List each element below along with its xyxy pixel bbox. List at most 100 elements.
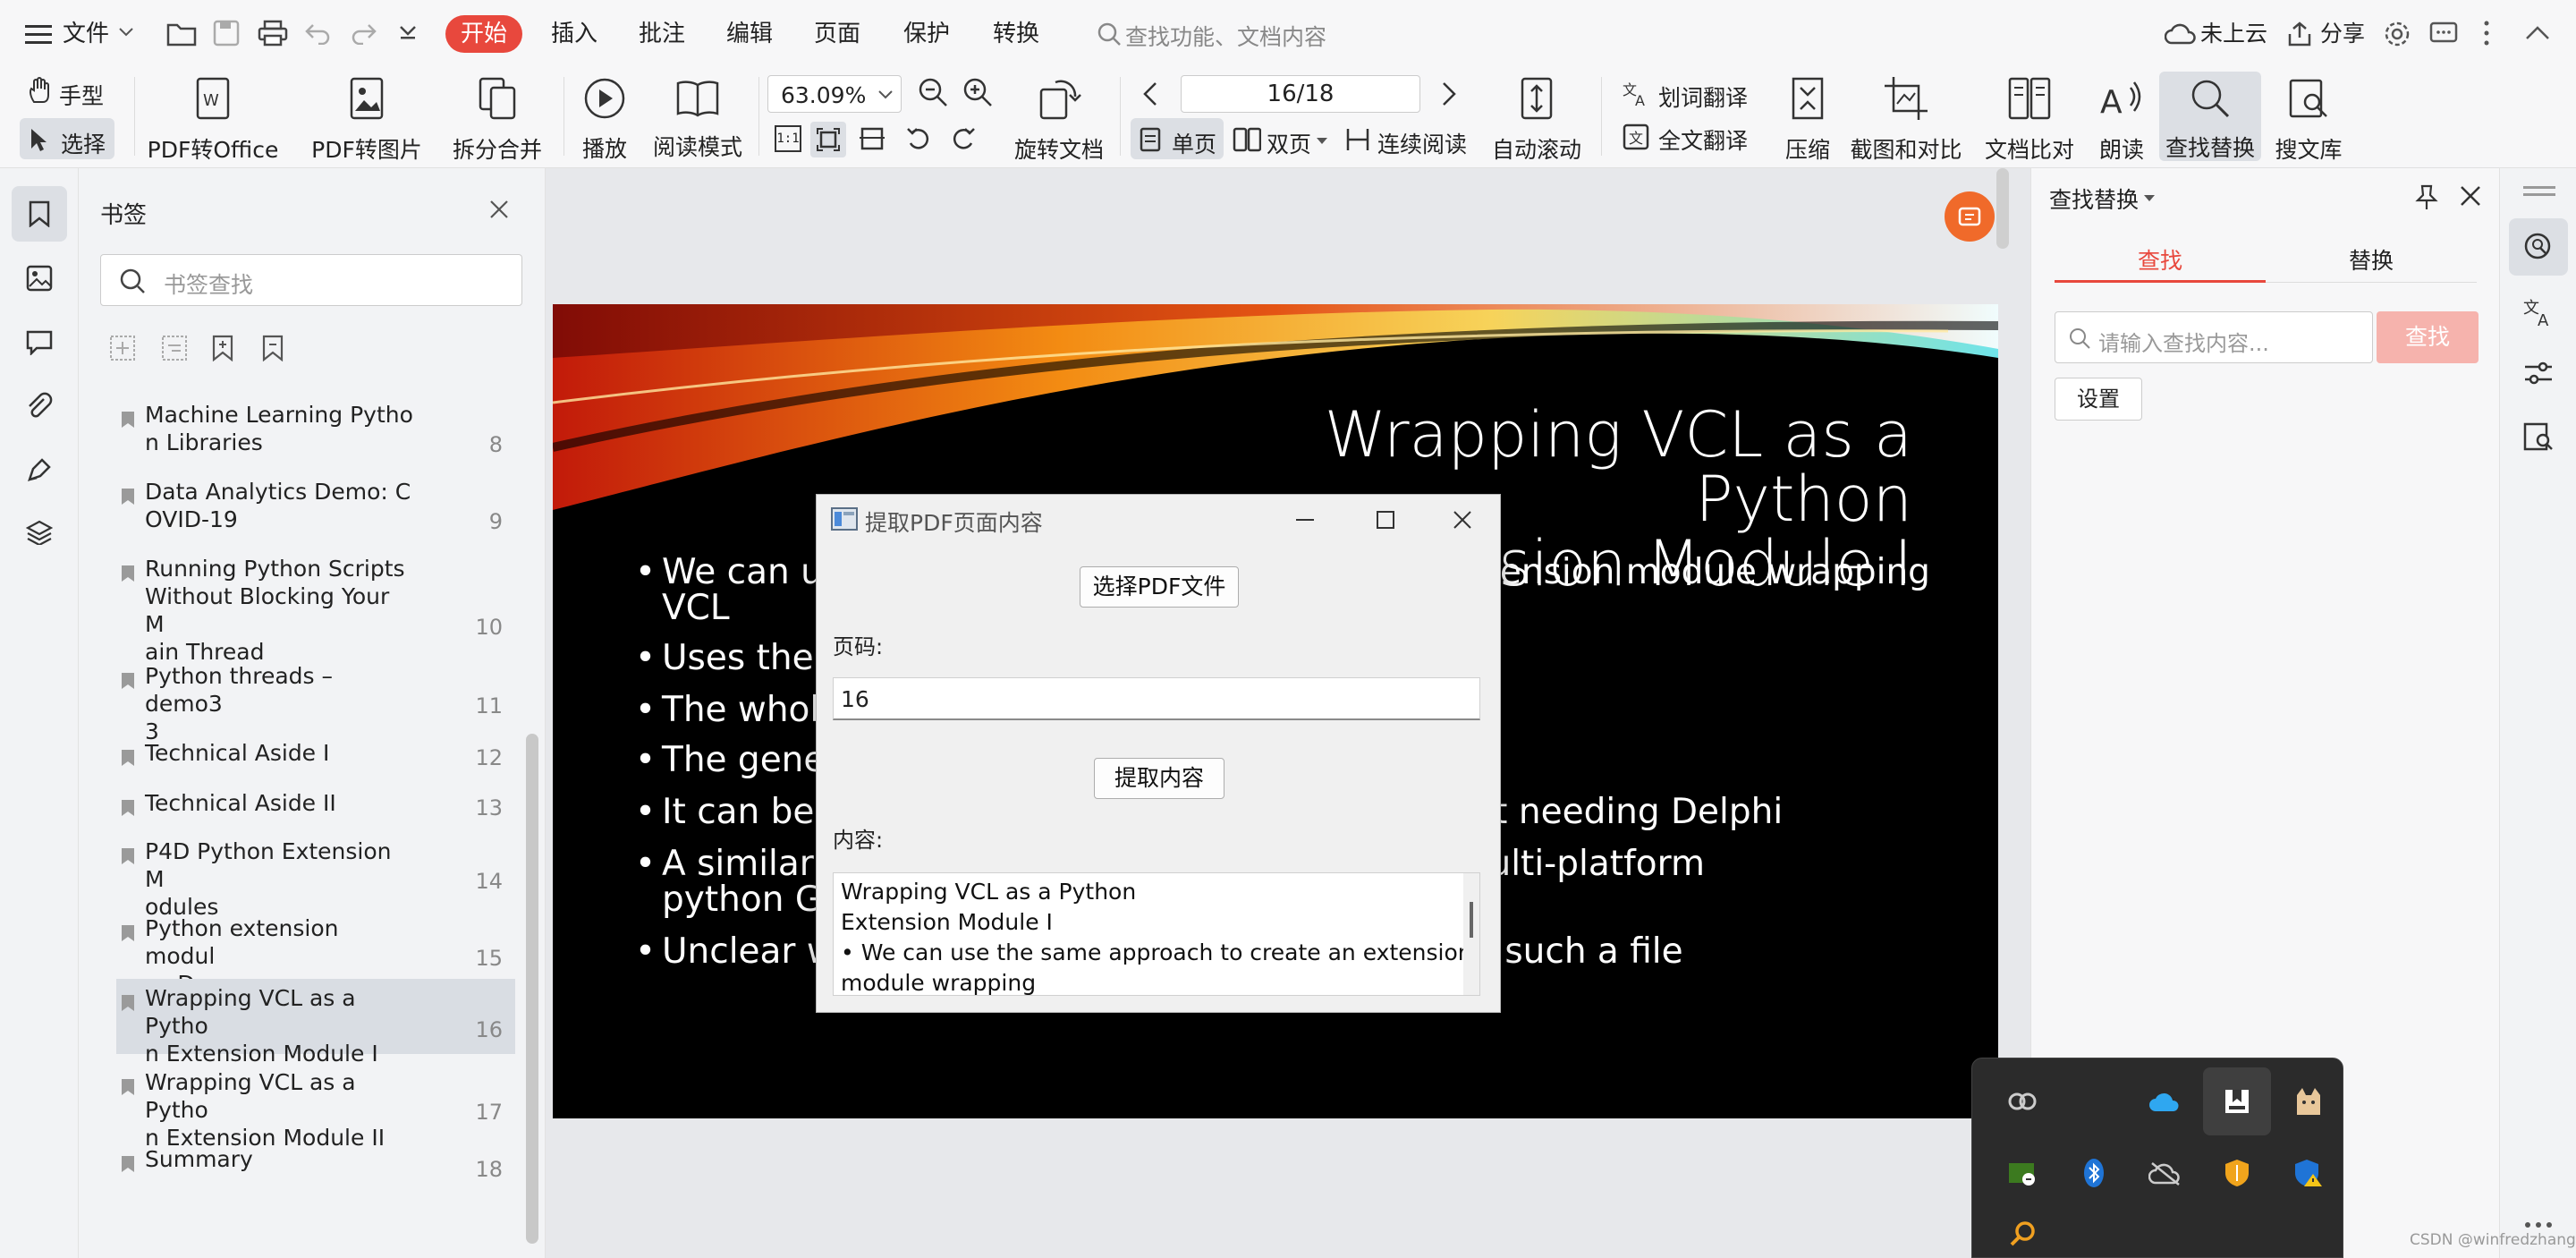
tray-shield-icon[interactable] (2203, 1139, 2271, 1207)
hamburger-menu-icon[interactable] (25, 23, 52, 45)
close-icon[interactable] (2459, 184, 2482, 208)
maximize-icon[interactable] (1368, 502, 1403, 538)
tab-edit[interactable]: 编辑 (726, 16, 773, 52)
bookmark-search-input[interactable]: 书签查找 (100, 254, 522, 306)
tray-security-warning-icon[interactable] (2275, 1139, 2343, 1207)
floating-assistant-icon[interactable] (1945, 191, 1995, 242)
full-translate-button[interactable]: 文 全文翻译 (1619, 118, 1771, 156)
find-input[interactable]: 请输入查找内容... (2055, 311, 2373, 363)
rotate-document-button[interactable]: 旋转文档 (1009, 73, 1109, 165)
find-replace-button[interactable]: 查找替换 (2159, 72, 2261, 161)
tray-onedrive-icon[interactable] (2131, 1067, 2199, 1135)
find-panel-toggle[interactable] (2509, 218, 2568, 276)
find-settings-button[interactable]: 设置 (2055, 378, 2142, 421)
quick-access-dropdown-icon[interactable] (399, 23, 417, 41)
bookmark-item[interactable]: Machine Learning Pytho n Libraries 8 (116, 401, 515, 474)
read-mode-button[interactable]: 阅读模式 (648, 73, 748, 162)
continuous-read-button[interactable]: 连续阅读 (1342, 118, 1476, 159)
properties-icon[interactable] (2523, 360, 2554, 387)
document-scrollbar[interactable] (1996, 168, 2009, 249)
hand-tool[interactable]: 手型 (27, 73, 116, 109)
attachment-panel-button[interactable] (12, 378, 67, 433)
drag-handle[interactable] (2523, 186, 2555, 189)
redo-icon[interactable] (351, 21, 377, 45)
bookmark-item[interactable]: Python threads – demo3 3 11 (116, 662, 515, 744)
content-scrollbar[interactable] (1463, 873, 1479, 995)
comment-panel-button[interactable] (12, 315, 67, 370)
close-icon[interactable] (1445, 502, 1480, 538)
tray-bluetooth-icon[interactable] (2060, 1139, 2128, 1207)
tray-cloud-off-icon[interactable] (2131, 1139, 2199, 1207)
collapse-ribbon-icon[interactable] (2524, 25, 2551, 41)
tab-replace[interactable]: 替换 (2266, 243, 2477, 283)
tab-convert[interactable]: 转换 (993, 16, 1039, 52)
chevron-down-icon[interactable] (2144, 195, 2155, 202)
more-vertical-icon[interactable] (2483, 20, 2490, 47)
tab-insert[interactable]: 插入 (551, 16, 597, 52)
more-horizontal-icon[interactable] (2523, 1220, 2554, 1229)
chevron-down-icon[interactable] (118, 27, 134, 38)
bookmark-add-icon[interactable] (211, 335, 234, 361)
bookmark-scrollbar[interactable] (526, 734, 538, 1244)
signature-panel-button[interactable] (12, 442, 67, 497)
settings-gear-icon[interactable] (2383, 20, 2411, 48)
bookmark-panel-button[interactable] (12, 186, 67, 242)
fit-page-icon[interactable] (810, 122, 846, 157)
tray-creative-cloud-icon[interactable] (1988, 1067, 2056, 1135)
bookmark-remove-icon[interactable] (261, 335, 284, 361)
select-pdf-file-button[interactable]: 选择PDF文件 (1080, 566, 1239, 608)
bookmark-item-active[interactable]: Wrapping VCL as a Pytho n Extension Modu… (116, 979, 515, 1067)
screenshot-compare-button[interactable]: 截图和对比 (1848, 73, 1964, 165)
zoom-out-icon[interactable] (918, 77, 948, 107)
rotate-right-icon[interactable] (950, 125, 977, 152)
bookmark-item[interactable]: Summary 18 (116, 1145, 515, 1192)
search-library-button[interactable]: 搜文库 (2268, 73, 2349, 165)
bookmark-item[interactable]: Data Analytics Demo: C OVID-19 9 (116, 478, 515, 551)
dialog-titlebar[interactable]: 提取PDF页面内容 (817, 495, 1500, 545)
tray-search-icon[interactable] (1988, 1209, 2056, 1258)
print-icon[interactable] (258, 20, 288, 47)
fit-width-icon[interactable] (859, 125, 886, 152)
auto-scroll-button[interactable]: 自动滚动 (1481, 73, 1592, 165)
pin-icon[interactable] (2414, 184, 2439, 211)
doc-compare-button[interactable]: 文档比对 (1979, 73, 2080, 165)
open-folder-icon[interactable] (166, 20, 197, 47)
select-tool[interactable]: 选择 (20, 118, 114, 159)
tab-protect[interactable]: 保护 (903, 16, 950, 52)
message-icon[interactable] (2429, 21, 2458, 47)
tab-annotate[interactable]: 批注 (639, 16, 685, 52)
tray-cat-icon[interactable] (2275, 1067, 2343, 1135)
tray-nvidia-icon[interactable] (1988, 1139, 2056, 1207)
content-textarea[interactable]: Wrapping VCL as a Python Extension Modul… (833, 872, 1480, 996)
find-panel-title[interactable]: 查找替换 (2049, 183, 2139, 215)
extract-content-button[interactable]: 提取内容 (1094, 758, 1224, 799)
find-submit-button[interactable]: 查找 (2377, 311, 2479, 363)
pdf-to-image-button[interactable]: PDF转图片 (304, 73, 429, 165)
double-page-button[interactable]: 双页 (1229, 118, 1336, 159)
layers-panel-button[interactable] (12, 505, 67, 560)
tab-start[interactable]: 开始 (445, 15, 522, 53)
undo-icon[interactable] (304, 21, 331, 45)
add-sub-bookmark-icon[interactable] (161, 335, 188, 361)
tab-find[interactable]: 查找 (2055, 243, 2266, 283)
bookmark-item[interactable]: Running Python Scripts Without Blocking … (116, 555, 515, 665)
bookmark-item[interactable]: Python extension modul es Demo15 (116, 914, 515, 997)
close-icon[interactable] (488, 199, 510, 220)
single-page-button[interactable]: 单页 (1131, 118, 1224, 159)
page-number-input[interactable]: 16/18 (1181, 75, 1420, 113)
tray-app-icon[interactable] (2203, 1067, 2271, 1135)
page-number-field[interactable]: 16 (833, 677, 1480, 720)
minimize-icon[interactable] (1287, 502, 1323, 538)
thumbnail-panel-button[interactable] (12, 251, 67, 306)
feature-search[interactable]: 查找功能、文档内容 (1093, 16, 1469, 52)
play-button[interactable]: 播放 (572, 73, 637, 164)
share-button[interactable]: 分享 (2320, 16, 2365, 52)
read-aloud-button[interactable]: A 朗读 (2089, 73, 2154, 165)
save-icon[interactable] (213, 20, 240, 47)
next-page-icon[interactable] (1440, 81, 1458, 107)
content-scrollbar-thumb[interactable] (1470, 902, 1473, 938)
pdf-to-office-button[interactable]: W PDF转Office (141, 73, 284, 165)
library-search-icon[interactable] (2523, 422, 2554, 451)
word-translate-button[interactable]: 文A 划词翻译 (1619, 75, 1771, 113)
bookmark-item[interactable]: P4D Python Extension M odules 14 (116, 837, 515, 920)
